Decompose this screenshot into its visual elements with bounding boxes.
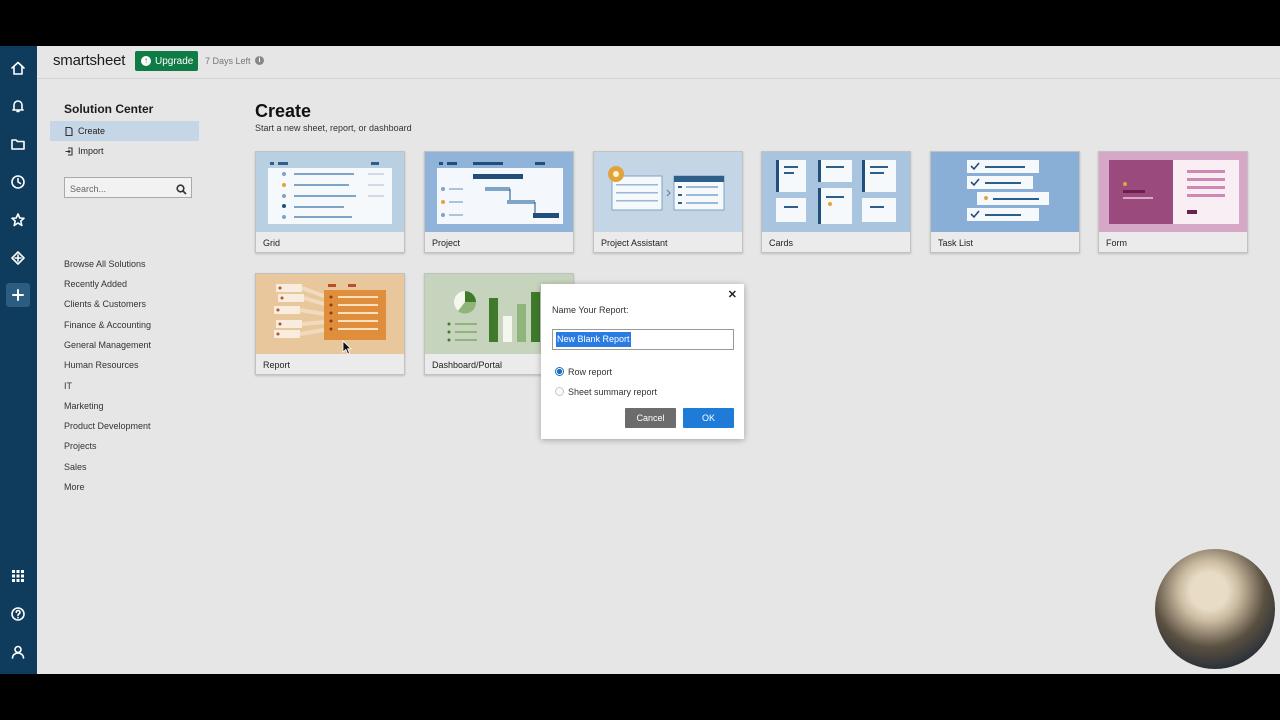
card-label: Task List	[938, 238, 974, 248]
sheet-summary-report-label[interactable]: Sheet summary report	[568, 387, 657, 397]
report-illustration	[256, 274, 404, 354]
page-subtitle: Start a new sheet, report, or dashboard	[255, 123, 412, 133]
page-title: Create	[255, 101, 312, 121]
category-link[interactable]: Projects	[64, 441, 97, 451]
grid-illustration	[256, 152, 404, 232]
document-icon	[65, 126, 73, 136]
ok-button[interactable]: OK	[683, 408, 734, 428]
row-report-radio[interactable]	[555, 367, 564, 376]
category-link[interactable]: Sales	[64, 462, 87, 472]
help-icon[interactable]	[6, 602, 30, 626]
card-label: Project Assistant	[601, 238, 668, 248]
row-report-label[interactable]: Row report	[568, 367, 612, 377]
search-icon[interactable]	[176, 182, 187, 200]
sheet-summary-report-radio[interactable]	[555, 387, 564, 396]
template-card-project-assistant[interactable]: Project Assistant	[593, 151, 743, 253]
solutions-icon[interactable]	[6, 246, 30, 270]
search-input[interactable]	[68, 179, 172, 198]
card-label: Report	[263, 360, 291, 370]
template-card-task-list[interactable]: Task List	[930, 151, 1080, 253]
smartsheet-logo[interactable]: smartsheet	[53, 52, 125, 69]
trial-days-left: 7 Days Left	[205, 56, 251, 66]
category-link[interactable]: Recently Added	[64, 279, 127, 289]
left-navigation-bar	[0, 46, 37, 674]
clock-icon[interactable]	[6, 170, 30, 194]
import-icon	[65, 146, 73, 156]
bell-icon[interactable]	[6, 94, 30, 118]
sidebar-item-label: Create	[78, 126, 106, 136]
webcam-overlay	[1155, 549, 1275, 669]
template-card-cards[interactable]: Cards	[761, 151, 911, 253]
dialog-title: Name Your Report:	[552, 305, 629, 315]
home-icon[interactable]	[6, 56, 30, 80]
task-list-illustration	[931, 152, 1079, 232]
category-link[interactable]: IT	[64, 381, 72, 391]
category-link[interactable]: Human Resources	[64, 360, 139, 370]
cards-illustration	[762, 152, 910, 232]
card-label: Project	[432, 238, 461, 248]
form-illustration	[1099, 152, 1247, 232]
template-card-project[interactable]: Project	[424, 151, 574, 253]
card-label: Grid	[263, 238, 281, 248]
plus-icon[interactable]	[6, 283, 30, 307]
template-card-form[interactable]: Form	[1098, 151, 1248, 253]
project-illustration	[425, 152, 573, 232]
category-link[interactable]: Finance & Accounting	[64, 320, 151, 330]
category-link[interactable]: General Management	[64, 340, 151, 350]
category-link[interactable]: More	[64, 482, 85, 492]
card-label: Form	[1106, 238, 1127, 248]
category-link[interactable]: Clients & Customers	[64, 299, 146, 309]
report-name-input[interactable]: New Blank Report	[552, 329, 734, 350]
upgrade-arrow-icon: ↑	[141, 56, 151, 66]
mouse-cursor	[342, 340, 352, 355]
card-label: Cards	[769, 238, 794, 248]
folder-icon[interactable]	[6, 132, 30, 156]
card-label: Dashboard/Portal	[432, 360, 503, 370]
sidebar-item-label: Import	[78, 146, 104, 156]
category-link[interactable]: Product Development	[64, 421, 151, 431]
template-card-grid[interactable]: Grid	[255, 151, 405, 253]
name-report-dialog: ✕ Name Your Report: New Blank Report Row…	[541, 284, 744, 439]
sidebar-item-import[interactable]: Import	[50, 141, 199, 161]
search-box[interactable]	[64, 177, 192, 198]
upgrade-button[interactable]: ↑ Upgrade	[135, 51, 198, 71]
info-icon[interactable]: i	[255, 56, 264, 65]
category-link[interactable]: Browse All Solutions	[64, 259, 146, 269]
close-icon[interactable]: ✕	[728, 288, 737, 301]
star-icon[interactable]	[6, 208, 30, 232]
sidebar-item-create[interactable]: Create	[50, 121, 199, 141]
report-name-value: New Blank Report	[556, 332, 631, 347]
cancel-button[interactable]: Cancel	[625, 408, 676, 428]
template-card-report[interactable]: Report	[255, 273, 405, 375]
project-assistant-illustration	[594, 152, 742, 232]
top-bar: smartsheet ↑ Upgrade 7 Days Left i	[37, 46, 1280, 79]
sidebar-title: Solution Center	[64, 102, 154, 116]
app-window: smartsheet ↑ Upgrade 7 Days Left i Solut…	[0, 46, 1280, 674]
apps-grid-icon[interactable]	[6, 564, 30, 588]
upgrade-label: Upgrade	[155, 55, 194, 67]
user-icon[interactable]	[6, 640, 30, 664]
category-link[interactable]: Marketing	[64, 401, 104, 411]
